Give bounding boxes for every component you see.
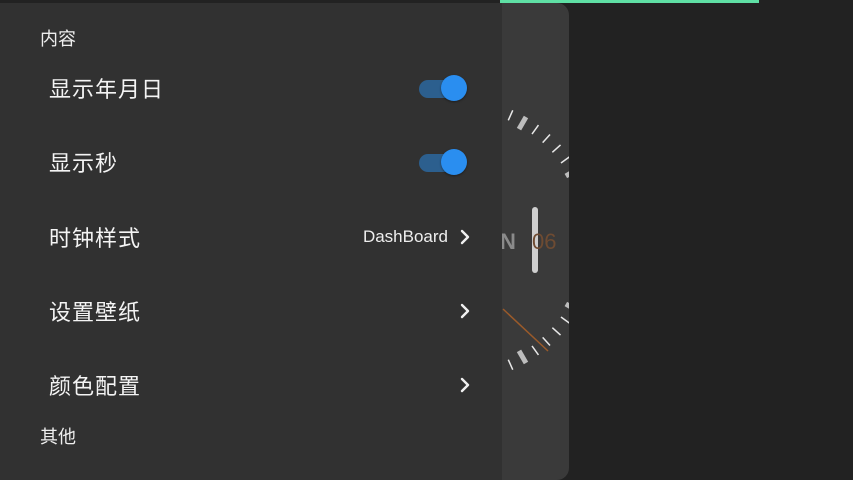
clock-tick xyxy=(564,171,569,179)
setting-label: 显示秒 xyxy=(49,152,119,177)
setting-clock-style[interactable]: 时钟样式 DashBoard xyxy=(0,202,502,272)
setting-show-date[interactable]: 显示年月日 xyxy=(0,53,502,123)
chevron-right-icon xyxy=(460,377,470,393)
setting-label: 显示年月日 xyxy=(49,78,165,103)
chevron-right-icon xyxy=(460,303,470,319)
setting-label: 设置壁纸 xyxy=(49,301,142,326)
clock-letter: N xyxy=(500,229,516,254)
show-seconds-toggle[interactable] xyxy=(419,147,469,177)
clock-tick xyxy=(542,336,551,347)
clock-hand xyxy=(502,308,549,352)
toggle-knob xyxy=(441,75,467,101)
clock-tick xyxy=(516,115,529,131)
setting-label: 时钟样式 xyxy=(49,227,142,252)
clock-tick xyxy=(560,156,569,164)
clock-tick xyxy=(542,133,551,144)
clock-style-value: DashBoard xyxy=(362,227,448,246)
clock-tick xyxy=(564,301,569,309)
settings-panel: 内容 显示年月日 显示秒 时钟样式 DashBoard 设置壁纸 颜色配置 其他 xyxy=(0,3,502,480)
setting-label: 颜色配置 xyxy=(49,375,142,400)
setting-color-config[interactable]: 颜色配置 xyxy=(0,350,502,420)
clock-tick xyxy=(560,316,569,324)
clock-tick xyxy=(551,144,562,153)
settings-sheet: N 06 内容 显示年月日 显示秒 时钟样式 DashBoard 设置壁纸 颜色… xyxy=(0,3,569,480)
clock-tick xyxy=(531,124,540,135)
clock-tick xyxy=(531,345,540,356)
clock-tick xyxy=(507,359,514,371)
clock-tick xyxy=(551,327,562,336)
setting-wallpaper[interactable]: 设置壁纸 xyxy=(0,276,502,346)
clock-number: 06 xyxy=(532,229,556,254)
section-title-other: 其他 xyxy=(40,427,76,448)
show-date-toggle[interactable] xyxy=(419,73,469,103)
chevron-right-icon xyxy=(460,229,470,245)
clock-tick xyxy=(507,109,514,121)
clock-tick xyxy=(516,349,529,365)
toggle-knob xyxy=(441,149,467,175)
section-title-content: 内容 xyxy=(40,29,76,50)
setting-show-seconds[interactable]: 显示秒 xyxy=(0,127,502,197)
